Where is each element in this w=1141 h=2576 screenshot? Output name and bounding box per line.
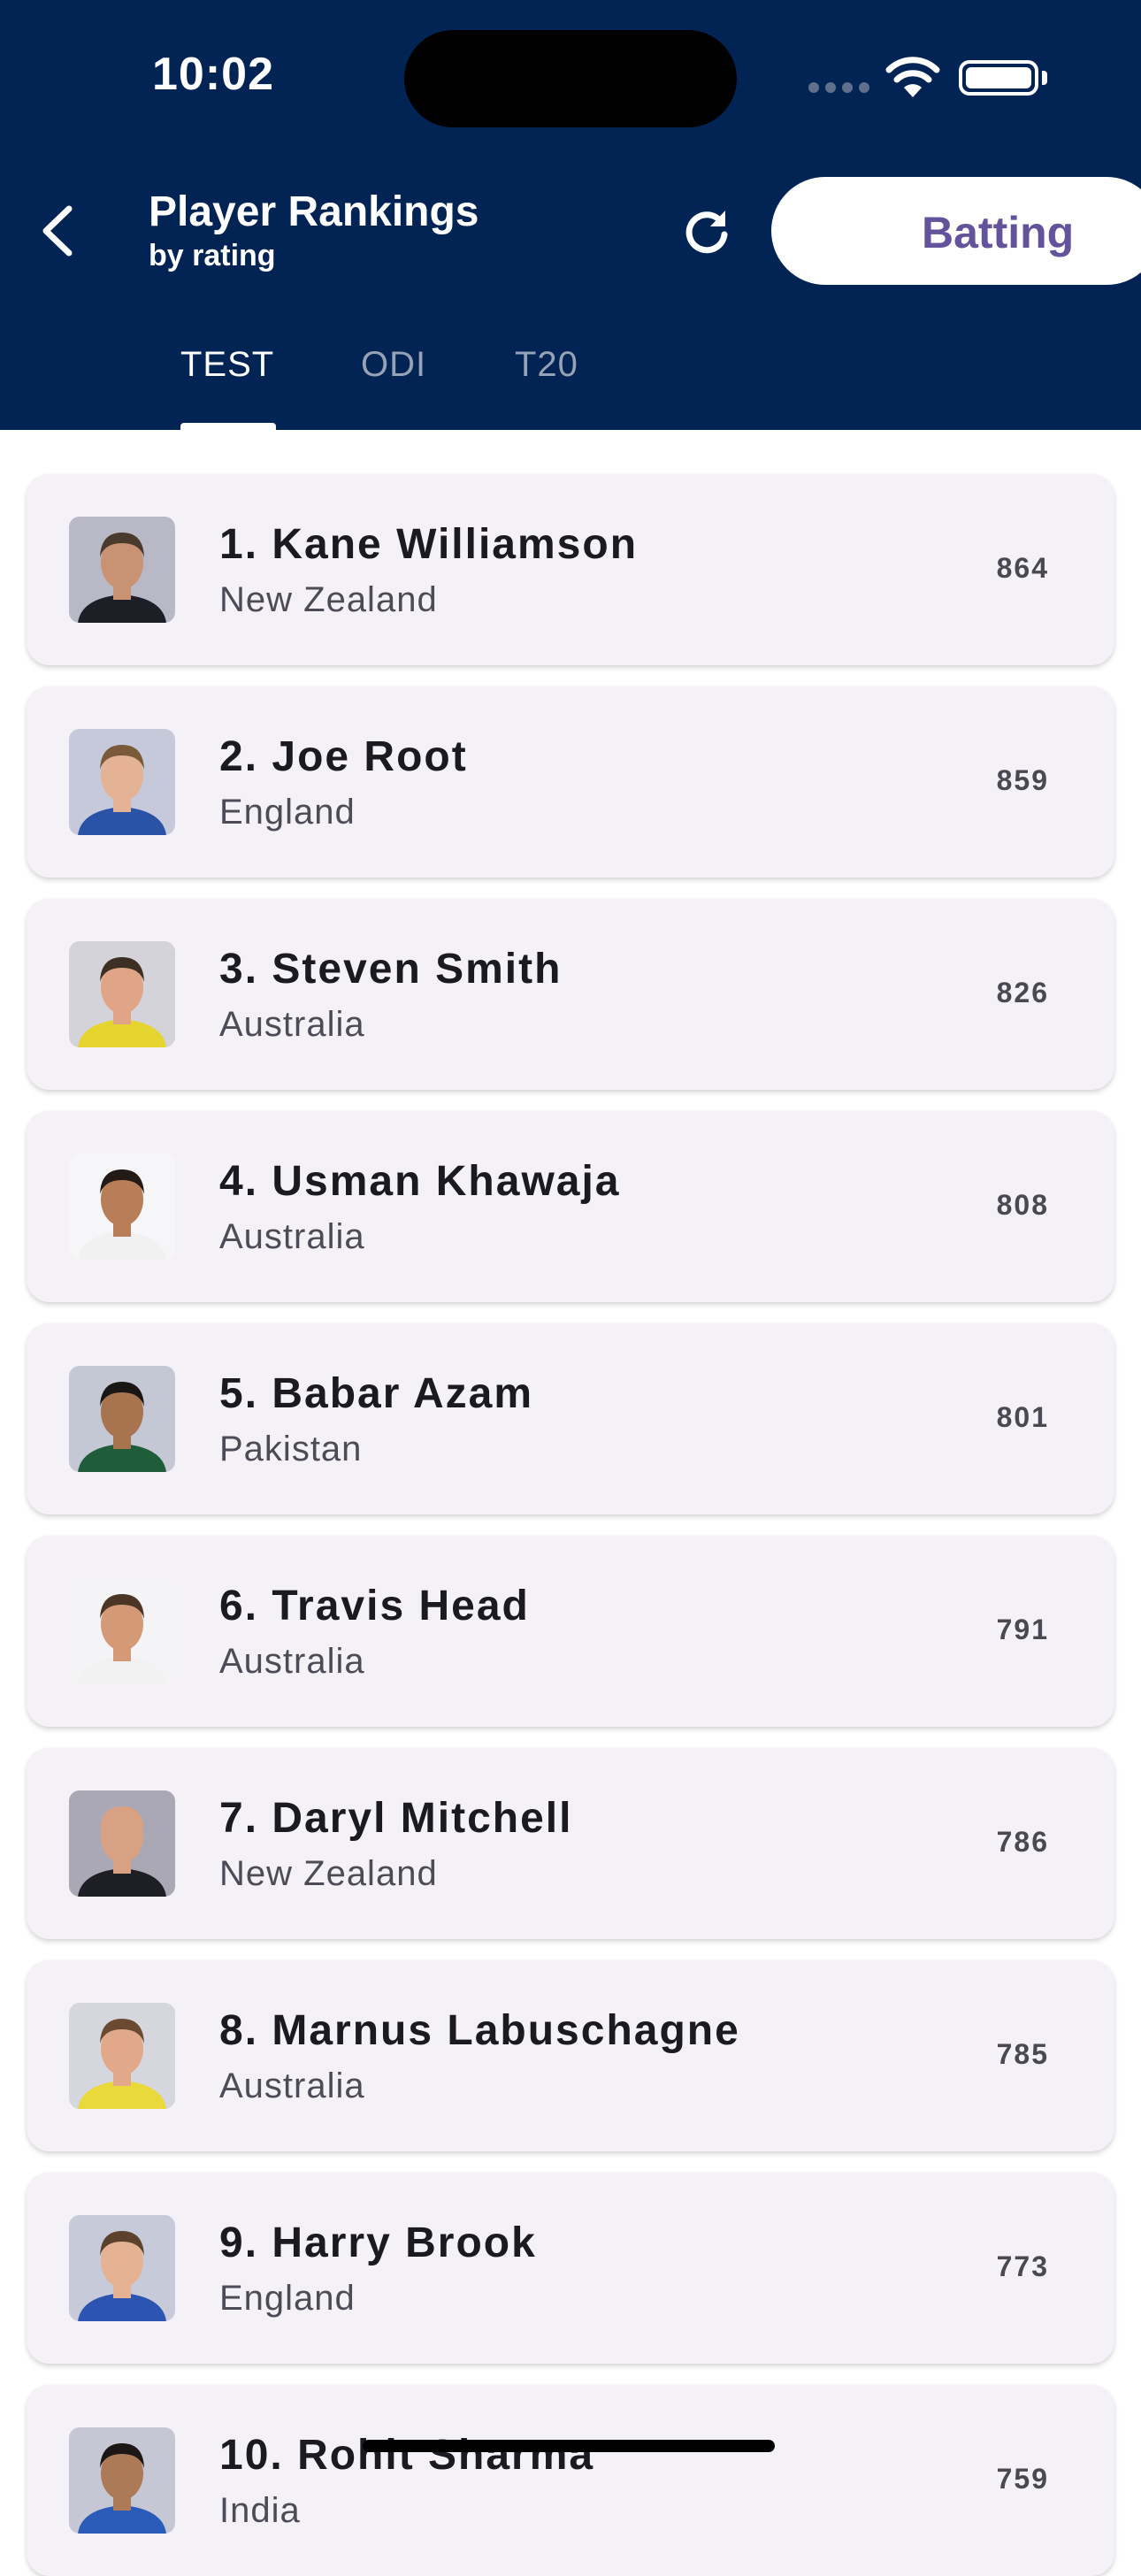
player-country: New Zealand xyxy=(219,580,438,619)
player-card[interactable]: 8. Marnus Labuschagne Australia 785 xyxy=(27,1960,1114,2151)
player-country: Pakistan xyxy=(219,1430,363,1468)
tab-t20[interactable]: T20 xyxy=(515,345,578,385)
player-card[interactable]: 7. Daryl Mitchell New Zealand 786 xyxy=(27,1748,1114,1939)
player-avatar xyxy=(69,1366,175,1472)
player-card[interactable]: 2. Joe Root England 859 xyxy=(27,686,1114,878)
player-country: England xyxy=(219,793,356,832)
dynamic-island xyxy=(404,30,737,127)
player-name: 5. Babar Azam xyxy=(219,1370,534,1417)
player-rating: 773 xyxy=(996,2250,1049,2282)
back-arrow-icon[interactable] xyxy=(34,200,87,262)
player-card[interactable]: 10. Rohit Sharma India 759 xyxy=(27,2385,1114,2576)
player-name: 1. Kane Williamson xyxy=(219,521,639,568)
cellular-signal-icon xyxy=(808,81,876,97)
tab-odi[interactable]: ODI xyxy=(361,345,426,385)
player-card[interactable]: 4. Usman Khawaja Australia 808 xyxy=(27,1111,1114,1302)
player-country: Australia xyxy=(219,1005,365,1044)
player-card[interactable]: 1. Kane Williamson New Zealand 864 xyxy=(27,474,1114,665)
player-name: 2. Joe Root xyxy=(219,733,468,780)
player-country: Australia xyxy=(219,1217,365,1256)
player-country: India xyxy=(219,2491,301,2530)
player-name: 6. Travis Head xyxy=(219,1583,530,1629)
batting-toggle-button[interactable]: Batting xyxy=(771,177,1141,285)
player-avatar xyxy=(69,1578,175,1684)
player-rating: 826 xyxy=(996,977,1049,1008)
player-avatar xyxy=(69,1790,175,1897)
player-avatar xyxy=(69,1154,175,1260)
player-name: 10. Rohit Sharma xyxy=(219,2432,595,2479)
player-country: New Zealand xyxy=(219,1854,438,1893)
page-subtitle: by rating xyxy=(149,239,276,272)
player-rating: 786 xyxy=(996,1826,1049,1858)
player-rating: 785 xyxy=(996,2038,1049,2070)
home-indicator[interactable] xyxy=(363,2440,775,2452)
player-rating: 759 xyxy=(996,2463,1049,2495)
player-country: England xyxy=(219,2279,356,2318)
player-avatar xyxy=(69,2427,175,2534)
page-title: Player Rankings xyxy=(149,188,479,235)
player-rating: 791 xyxy=(996,1614,1049,1645)
player-name: 9. Harry Brook xyxy=(219,2220,537,2266)
player-name: 3. Steven Smith xyxy=(219,946,563,993)
active-tab-indicator xyxy=(180,423,276,430)
player-card[interactable]: 5. Babar Azam Pakistan 801 xyxy=(27,1323,1114,1514)
player-name: 4. Usman Khawaja xyxy=(219,1158,621,1205)
player-country: Australia xyxy=(219,2066,365,2105)
player-avatar xyxy=(69,729,175,835)
player-card[interactable]: 9. Harry Brook England 773 xyxy=(27,2173,1114,2364)
player-avatar xyxy=(69,941,175,1047)
player-rating: 864 xyxy=(996,552,1049,584)
player-card[interactable]: 6. Travis Head Australia 791 xyxy=(27,1536,1114,1727)
player-avatar xyxy=(69,517,175,623)
battery-icon xyxy=(959,60,1038,96)
player-name: 7. Daryl Mitchell xyxy=(219,1795,573,1842)
wifi-icon xyxy=(885,57,940,97)
toggle-label: Batting xyxy=(922,208,1075,257)
status-time: 10:02 xyxy=(152,49,274,100)
tab-test[interactable]: TEST xyxy=(180,345,274,385)
app-header: 10:02 Player Rankings by rating Batting … xyxy=(0,0,1141,430)
player-rating: 808 xyxy=(996,1189,1049,1221)
player-avatar xyxy=(69,2215,175,2321)
player-card[interactable]: 3. Steven Smith Australia 826 xyxy=(27,899,1114,1090)
player-rating: 801 xyxy=(996,1401,1049,1433)
player-avatar xyxy=(69,2003,175,2109)
refresh-icon[interactable] xyxy=(681,205,732,257)
player-rating: 859 xyxy=(996,764,1049,796)
player-country: Australia xyxy=(219,1642,365,1681)
player-name: 8. Marnus Labuschagne xyxy=(219,2007,740,2054)
